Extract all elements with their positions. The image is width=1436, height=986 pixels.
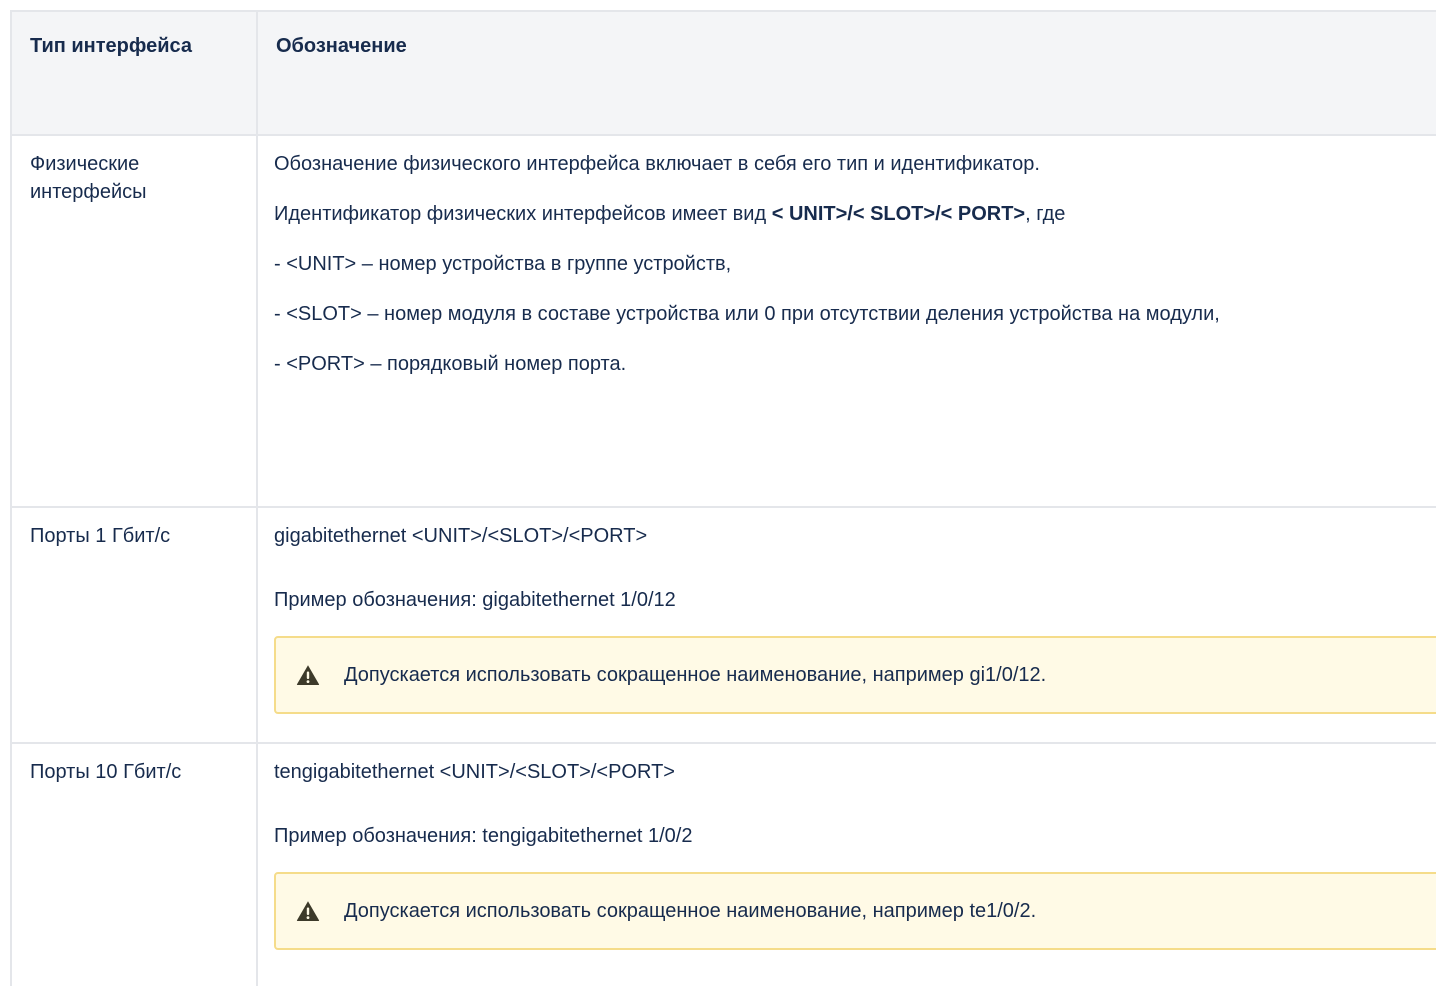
- syntax-line: tengigabitethernet <UNIT>/<SLOT>/<PORT>: [274, 761, 675, 783]
- row-label: Физические интерфейсы: [30, 153, 147, 203]
- warning-note-text: Допускается использовать сокращенное наи…: [344, 664, 1047, 686]
- page: Тип интерфейса Обозначение Физические ин…: [0, 0, 1436, 986]
- paragraph-identifier: Идентификатор физических интерфейсов име…: [274, 200, 1436, 228]
- paragraph-unit: - <UNIT> – номер устройства в группе уст…: [274, 253, 732, 275]
- table-row: Порты 1 Гбит/с gigabitethernet <UNIT>/<S…: [10, 506, 1436, 744]
- row-content-cell: tengigabitethernet <UNIT>/<SLOT>/<PORT> …: [256, 742, 1436, 986]
- paragraph-slot: - <SLOT> – номер модуля в составе устрой…: [274, 303, 1220, 325]
- table-row: Порты 10 Гбит/с tengigabitethernet <UNIT…: [10, 742, 1436, 986]
- row-content-cell: gigabitethernet <UNIT>/<SLOT>/<PORT> При…: [256, 506, 1436, 744]
- table-header-row: Тип интерфейса Обозначение: [10, 10, 1436, 136]
- row-label: Порты 1 Гбит/с: [30, 525, 171, 547]
- row-label-cell: Физические интерфейсы: [10, 134, 258, 508]
- identifier-prefix: Идентификатор физических интерфейсов име…: [274, 203, 772, 225]
- header-designation: Обозначение: [256, 10, 1436, 136]
- paragraph: Обозначение физического интерфейса включ…: [274, 153, 1040, 175]
- paragraph-port: - <PORT> – порядковый номер порта.: [274, 353, 627, 375]
- identifier-format: < UNIT>/< SLOT>/< PORT>: [771, 203, 1026, 225]
- identifier-suffix: , где: [1025, 203, 1066, 225]
- syntax-line: gigabitethernet <UNIT>/<SLOT>/<PORT>: [274, 525, 648, 547]
- table-row: Физические интерфейсы Обозначение физиче…: [10, 134, 1436, 508]
- interface-table: Тип интерфейса Обозначение Физические ин…: [10, 10, 1436, 986]
- row-label-cell: Порты 10 Гбит/с: [10, 742, 258, 986]
- warning-note: Допускается использовать сокращенное наи…: [274, 872, 1436, 950]
- warning-note-text: Допускается использовать сокращенное наи…: [344, 900, 1037, 922]
- warning-icon: [296, 901, 320, 921]
- row-label: Порты 10 Гбит/с: [30, 761, 182, 783]
- warning-note: Допускается использовать сокращенное наи…: [274, 636, 1436, 714]
- row-label-cell: Порты 1 Гбит/с: [10, 506, 258, 744]
- row-content-cell: Обозначение физического интерфейса включ…: [256, 134, 1436, 508]
- warning-icon: [296, 665, 320, 685]
- example-line: Пример обозначения: gigabitethernet 1/0/…: [274, 589, 676, 611]
- example-line: Пример обозначения: tengigabitethernet 1…: [274, 825, 693, 847]
- header-interface-type: Тип интерфейса: [10, 10, 258, 136]
